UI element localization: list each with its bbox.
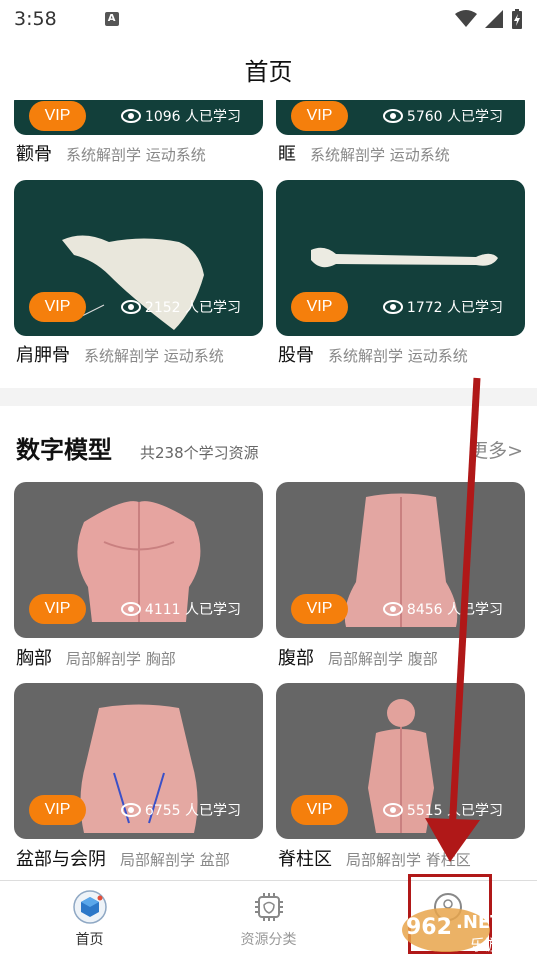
card-title: 盆部与会阴 [16,849,106,870]
section-divider [0,388,537,406]
home-cube-icon [72,890,107,924]
card-title: 眶 [278,144,296,165]
svg-text:.NET: .NET [456,912,503,933]
section-title: 数字模型 [16,436,112,464]
card-title: 肩胛骨 [16,345,70,366]
watermark-logo: 962 .NET 乐游网 [402,908,515,954]
eye-icon [120,109,141,123]
view-count-text: 1096 人已学习 [144,109,241,125]
card-abdomen[interactable]: VIP 8456 人已学习 [276,482,525,638]
card-title: 胸部 [16,648,52,669]
view-count-text: 4111 人已学习 [144,602,241,618]
view-count: 4111 人已学习 [120,599,241,619]
card-tags: 系统解剖学 运动系统 [310,146,450,164]
card-tags: 系统解剖学 运动系统 [66,146,206,164]
card-zygomatic[interactable]: VIP 1096 人已学习 [14,100,263,135]
vip-badge: VIP [29,101,86,131]
card-title: 颧骨 [16,144,52,165]
view-count: 1772 人已学习 [382,297,503,317]
card-tags: 局部解剖学 脊柱区 [346,851,471,869]
view-count-text: 5515 人已学习 [406,803,503,819]
eye-icon [382,803,403,817]
card-caption: 胸部 局部解剖学 胸部 [16,644,176,670]
page-title-bar: 首页 [0,38,537,100]
eye-icon [120,602,141,616]
vip-badge: VIP [291,594,348,624]
notification-icon: A [104,12,119,26]
card-title: 腹部 [278,648,314,669]
tab-categories[interactable]: 资源分类 [179,881,358,956]
card-tags: 系统解剖学 运动系统 [84,347,224,365]
eye-icon [382,300,403,314]
wifi-icon [455,10,477,27]
card-title: 脊柱区 [278,849,332,870]
view-count: 5760 人已学习 [382,106,503,126]
card-femur[interactable]: VIP 1772 人已学习 [276,180,525,336]
view-count: 6755 人已学习 [120,800,241,820]
card-caption: 眶 系统解剖学 运动系统 [278,140,450,166]
signal-icon [485,10,503,28]
tab-home[interactable]: 首页 [0,881,179,956]
card-caption: 肩胛骨 系统解剖学 运动系统 [16,341,224,367]
svg-text:962: 962 [406,915,452,940]
status-bar: 3:58 A [0,0,537,38]
page-title: 首页 [244,57,293,86]
card-tags: 局部解剖学 胸部 [66,650,176,668]
view-count: 2152 人已学习 [120,297,241,317]
status-time: 3:58 [14,8,57,30]
card-scapula[interactable]: VIP 2152 人已学习 [14,180,263,336]
card-tags: 系统解剖学 运动系统 [328,347,468,365]
tab-categories-label: 资源分类 [240,932,297,948]
card-chest[interactable]: VIP 4111 人已学习 [14,482,263,638]
vip-badge: VIP [291,101,348,131]
eye-icon [120,300,141,314]
card-pelvis[interactable]: VIP 6755 人已学习 [14,683,263,839]
section-header: 数字模型 共238个学习资源 [16,430,259,465]
eye-icon [120,803,141,817]
card-caption: 盆部与会阴 局部解剖学 盆部 [16,845,230,871]
view-count: 8456 人已学习 [382,599,503,619]
view-count: 1096 人已学习 [120,106,241,126]
chip-category-icon [254,893,283,921]
view-count: 5515 人已学习 [382,800,503,820]
card-caption: 颧骨 系统解剖学 运动系统 [16,140,206,166]
battery-icon [512,9,522,29]
card-tags: 局部解剖学 盆部 [120,851,230,869]
card-caption: 脊柱区 局部解剖学 脊柱区 [278,845,471,871]
card-tags: 局部解剖学 腹部 [328,650,438,668]
card-caption: 股骨 系统解剖学 运动系统 [278,341,468,367]
card-caption: 腹部 局部解剖学 腹部 [278,644,438,670]
view-count-text: 8456 人已学习 [406,602,503,618]
view-count-text: 5760 人已学习 [406,109,503,125]
view-count-text: 6755 人已学习 [144,803,241,819]
svg-text:乐游网: 乐游网 [470,936,515,954]
view-count-text: 1772 人已学习 [406,300,503,316]
card-spine[interactable]: VIP 5515 人已学习 [276,683,525,839]
tab-home-label: 首页 [75,932,104,948]
eye-icon [382,602,403,616]
eye-icon [382,109,403,123]
vip-badge: VIP [29,795,86,825]
more-link[interactable]: 更多> [469,436,523,463]
section-subtitle: 共238个学习资源 [140,444,259,462]
card-orbit[interactable]: VIP 5760 人已学习 [276,100,525,135]
home-feed[interactable]: VIP 1096 人已学习 颧骨 系统解剖学 运动系统 VIP 5760 人已学… [0,100,537,880]
card-title: 股骨 [278,345,314,366]
view-count-text: 2152 人已学习 [144,300,241,316]
vip-badge: VIP [29,292,86,322]
vip-badge: VIP [291,292,348,322]
vip-badge: VIP [291,795,348,825]
vip-badge: VIP [29,594,86,624]
